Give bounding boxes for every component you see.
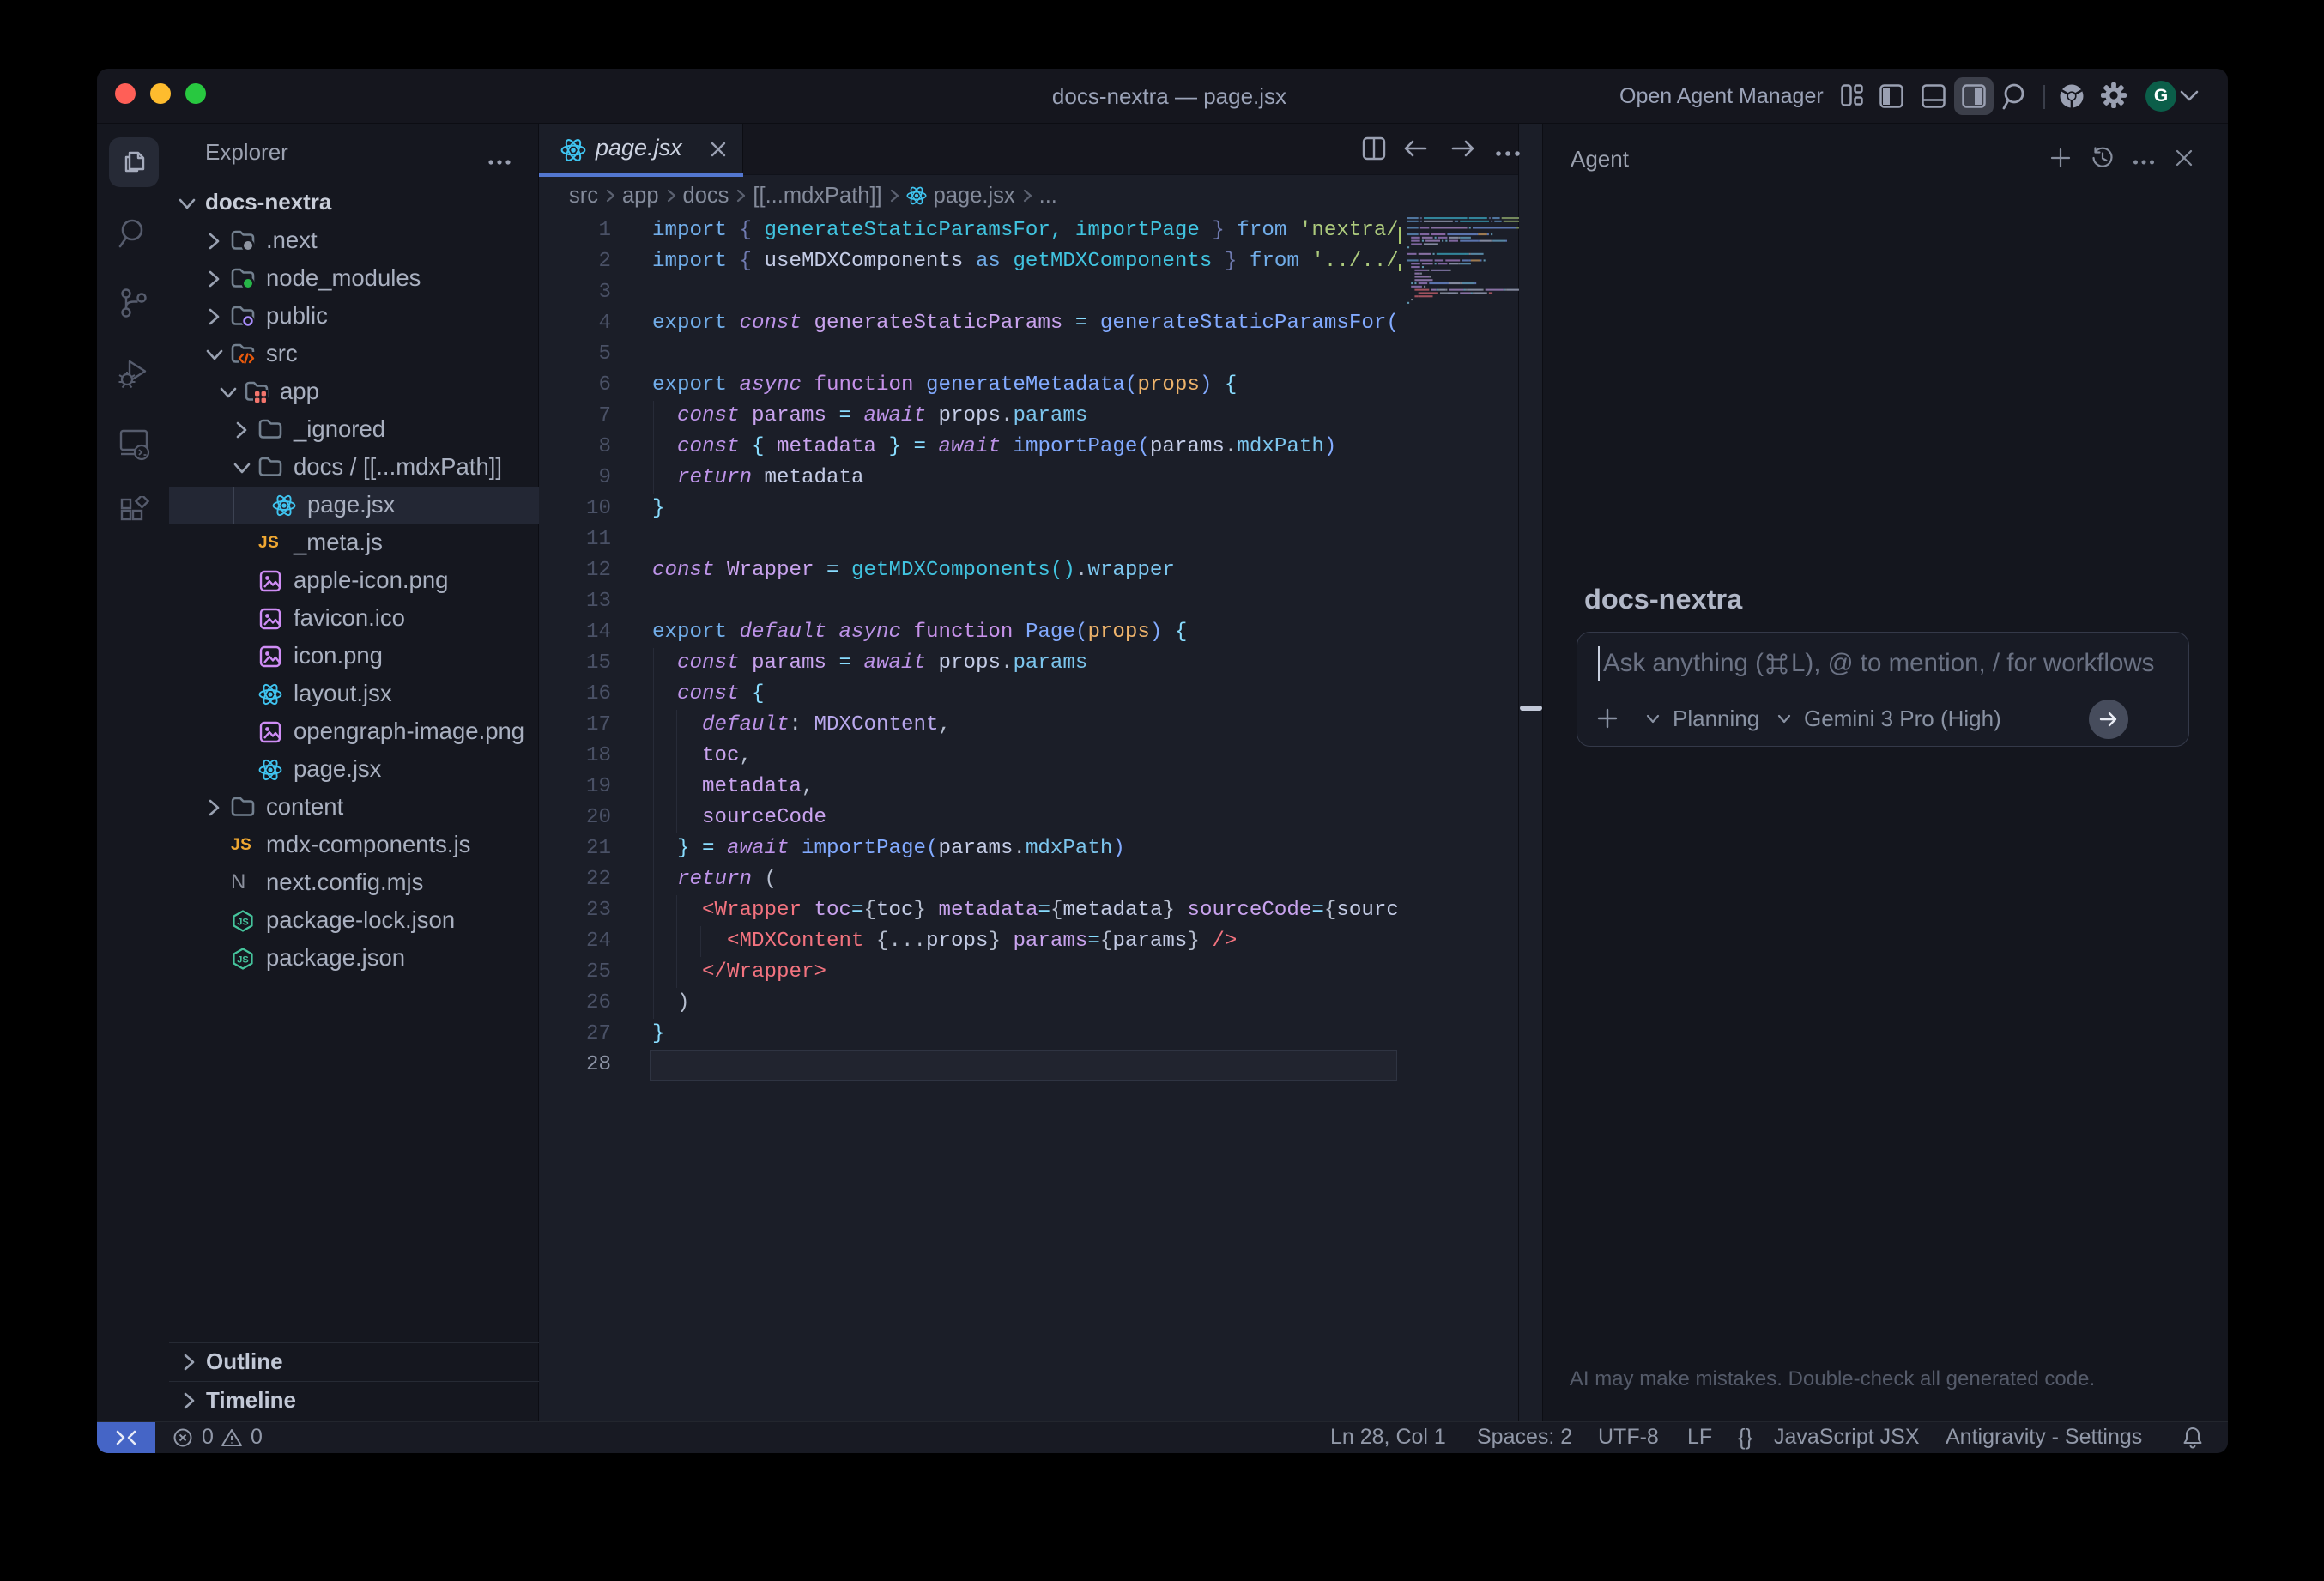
svg-text:JS: JS — [237, 955, 248, 966]
svg-text:JS: JS — [237, 918, 248, 928]
